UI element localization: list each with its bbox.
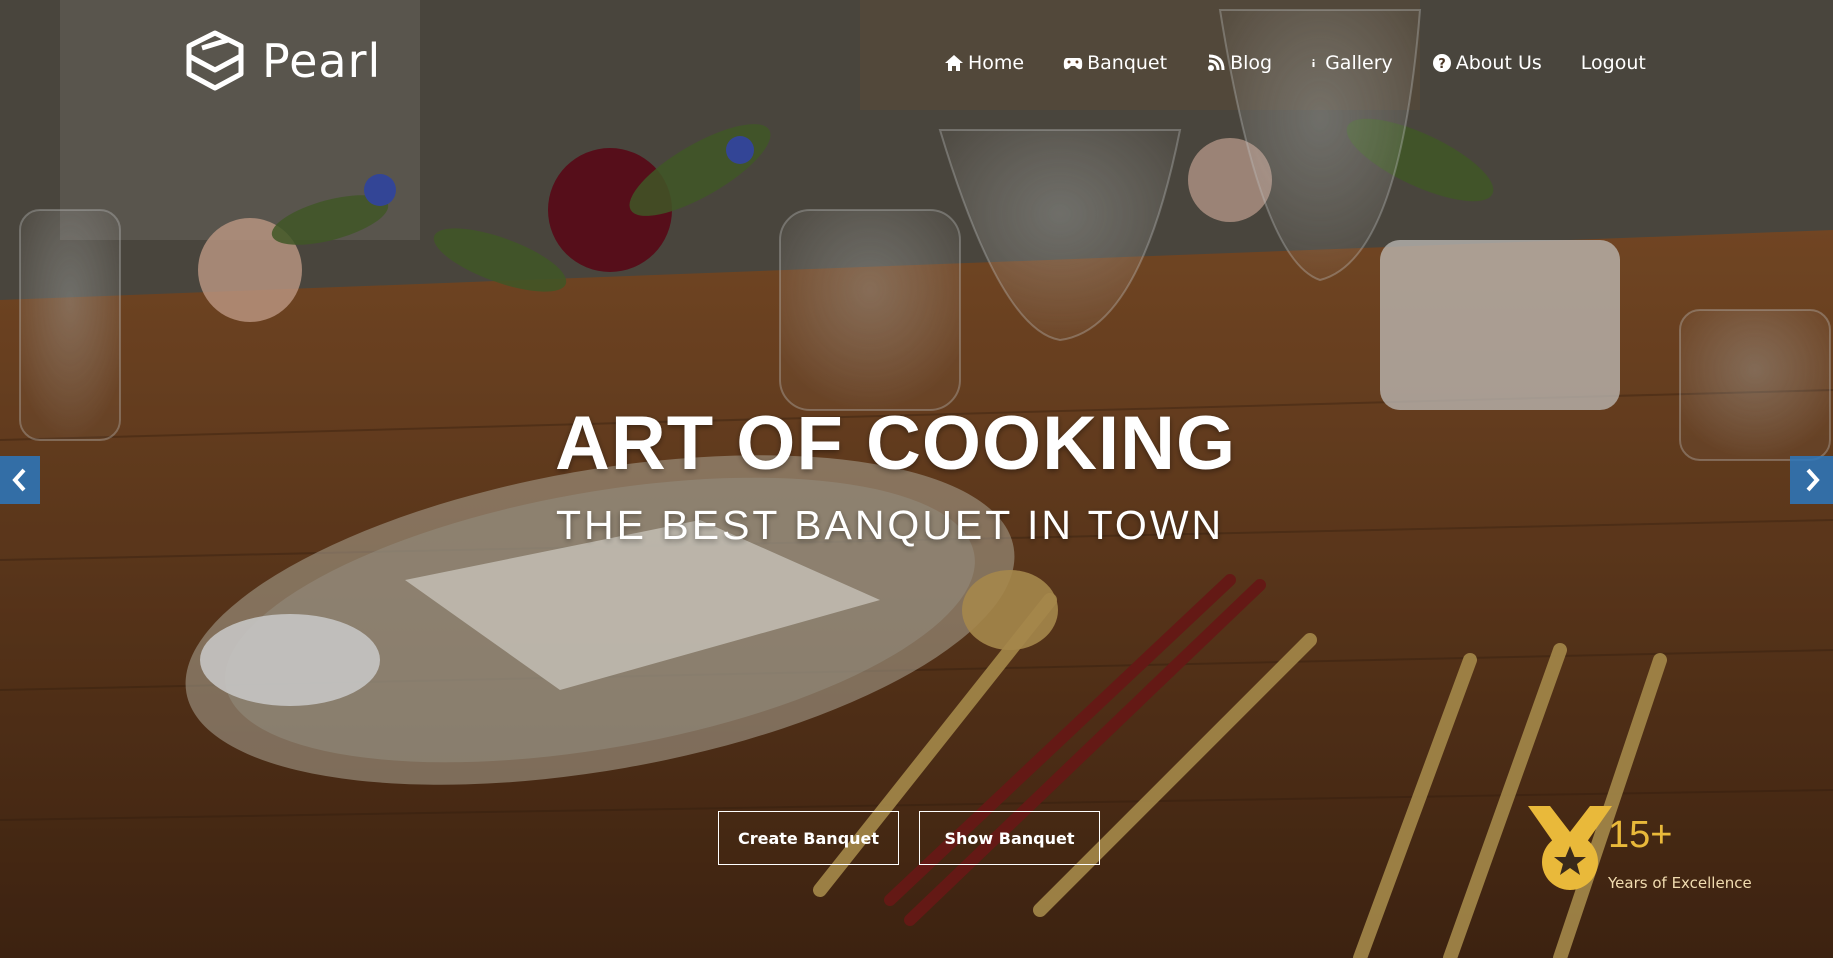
badge-number: 15+: [1608, 814, 1673, 856]
stacked-cube-icon: [186, 30, 244, 91]
home-icon: [945, 55, 963, 71]
badge-label: Years of Excellence: [1608, 874, 1752, 892]
main-nav: Home Banquet Blog Gallery ? About Us Log…: [944, 52, 1646, 74]
hero-banner: Pearl Home Banquet Blog Gallery ? About …: [0, 0, 1833, 958]
medal-icon: [1528, 806, 1612, 890]
create-banquet-button[interactable]: Create Banquet: [718, 811, 899, 865]
brand-name: Pearl: [262, 34, 382, 88]
info-i-icon: [1312, 59, 1315, 67]
nav-banquet-label: Banquet: [1087, 52, 1168, 74]
carousel-next-button[interactable]: [1790, 456, 1833, 504]
nav-about-label: About Us: [1455, 52, 1542, 74]
question-circle-icon: ?: [1432, 54, 1451, 72]
blog-icon: [1208, 54, 1225, 71]
nav-home[interactable]: Home: [944, 52, 1024, 74]
svg-text:?: ?: [1438, 57, 1446, 72]
hero-subtitle: THE BEST BANQUET IN TOWN: [556, 502, 1225, 548]
chevron-right-icon: [1806, 468, 1820, 492]
carousel-prev-button[interactable]: [0, 456, 40, 504]
nav-home-label: Home: [968, 52, 1025, 74]
gamepad-icon: [1063, 58, 1083, 70]
brand-logo[interactable]: Pearl: [182, 28, 381, 94]
nav-banquet[interactable]: Banquet: [1063, 52, 1167, 74]
nav-about[interactable]: ? About Us: [1432, 52, 1542, 74]
nav-logout-label: Logout: [1580, 52, 1646, 74]
nav-gallery-label: Gallery: [1325, 52, 1393, 74]
hero-title: ART OF COOKING: [555, 401, 1237, 486]
experience-badge: 15+ Years of Excellence: [1528, 806, 1788, 892]
chevron-left-icon: [12, 468, 26, 492]
nav-gallery[interactable]: Gallery: [1311, 52, 1393, 74]
show-banquet-button[interactable]: Show Banquet: [919, 811, 1100, 865]
nav-blog-label: Blog: [1230, 52, 1273, 74]
nav-logout[interactable]: Logout: [1581, 52, 1646, 74]
nav-blog[interactable]: Blog: [1206, 52, 1272, 74]
